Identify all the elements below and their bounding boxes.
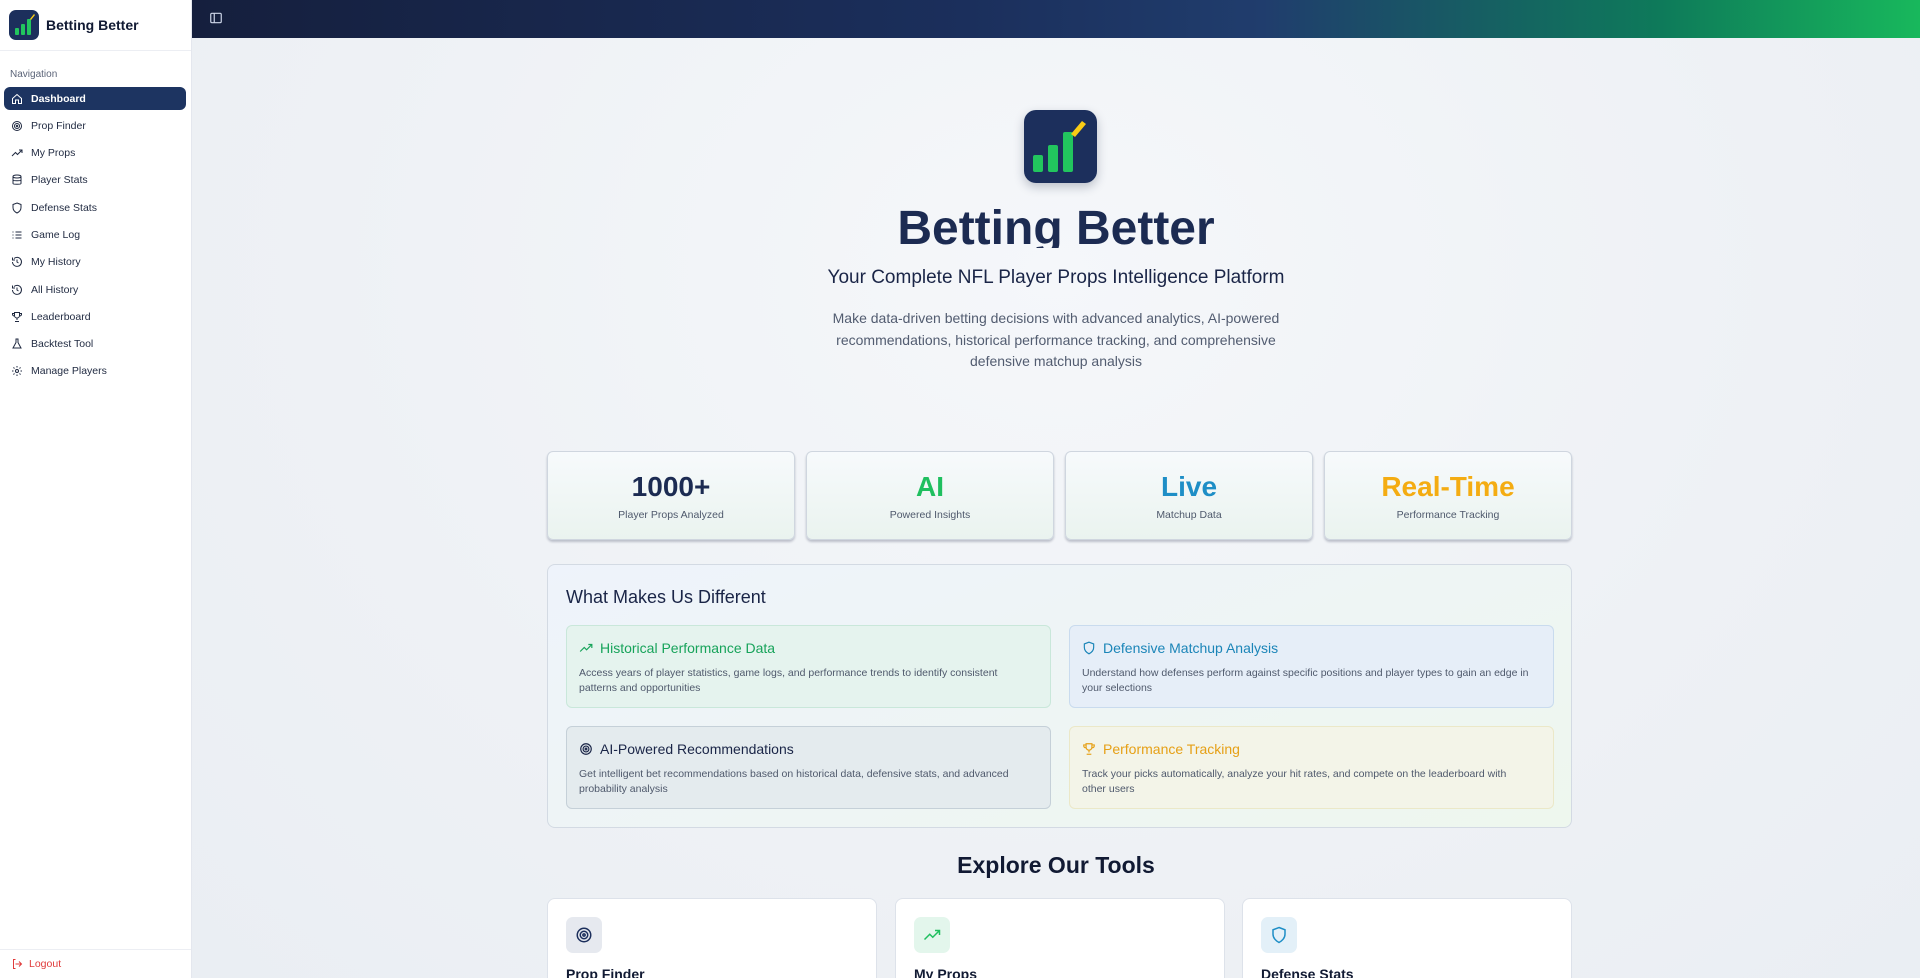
tool-name: My Props: [914, 966, 978, 978]
sidebar-item-label: All History: [31, 283, 79, 296]
hero-subtitle: Your Complete NFL Player Props Intellige…: [827, 267, 1285, 288]
sidebar-item-defense-stats[interactable]: Defense Stats: [4, 196, 186, 219]
main-content: Betting Better Your Complete NFL Player …: [192, 38, 1920, 978]
feature-title: Defensive Matchup Analysis: [1103, 640, 1279, 656]
tool-card-defense-stats[interactable]: Defense Stats: [1242, 898, 1572, 978]
trending-up-icon: [579, 643, 593, 652]
tool-name: Defense Stats: [1261, 966, 1354, 978]
target-icon: [576, 927, 592, 943]
sidebar: Betting Better Navigation Dashboard Prop…: [0, 0, 192, 978]
target-icon: [580, 743, 592, 755]
logout-label: Logout: [29, 958, 62, 970]
sidebar-item-game-log[interactable]: Game Log: [4, 223, 186, 246]
feature-title: AI-Powered Recommendations: [600, 741, 794, 757]
feature-title: Performance Tracking: [1103, 741, 1240, 757]
list-icon: [12, 231, 22, 239]
tool-icon-wrap: [1261, 917, 1297, 953]
feature-description: Get intelligent bet recommendations base…: [579, 768, 1009, 795]
stat-label: Powered Insights: [889, 509, 971, 521]
sidebar-item-label: Defense Stats: [31, 201, 97, 214]
stat-card-realtime: Real-Time Performance Tracking: [1324, 451, 1572, 540]
hero-title: Betting Better: [897, 202, 1215, 248]
feature-card-defensive: Defensive Matchup Analysis Understand ho…: [1069, 625, 1554, 708]
feature-description: Access years of player statistics, game …: [579, 667, 998, 694]
sidebar-item-label: Prop Finder: [31, 119, 86, 132]
sidebar-item-backtest-tool[interactable]: Backtest Tool: [4, 333, 186, 356]
trophy-icon: [1083, 743, 1095, 755]
stat-card-ai: AI Powered Insights: [806, 451, 1054, 540]
gear-icon: [12, 366, 22, 377]
feature-description: Understand how defenses perform against …: [1082, 667, 1529, 694]
stat-value: Live: [1160, 471, 1218, 502]
history-icon: [12, 284, 22, 295]
nav-section-label: Navigation: [10, 69, 58, 80]
sidebar-item-label: My Props: [31, 147, 76, 160]
brand[interactable]: Betting Better: [0, 0, 191, 51]
hero-description: Make data-driven betting decisions with …: [832, 310, 1280, 369]
shield-icon: [1272, 926, 1286, 944]
stat-value: Real-Time: [1381, 471, 1515, 502]
sidebar-item-label: Leaderboard: [31, 310, 91, 323]
sidebar-item-manage-players[interactable]: Manage Players: [4, 360, 186, 383]
stat-value: AI: [916, 471, 944, 502]
sidebar-item-label: My History: [31, 256, 81, 269]
tool-name: Prop Finder: [566, 966, 645, 978]
section-title: What Makes Us Different: [566, 587, 766, 607]
flask-icon: [12, 338, 22, 349]
what-makes-us-different: What Makes Us Different Historical Perfo…: [547, 564, 1572, 828]
tool-card-my-props[interactable]: My Props: [895, 898, 1225, 978]
top-bar: [192, 0, 1920, 38]
stat-label: Player Props Analyzed: [618, 509, 724, 521]
sidebar-item-label: Player Stats: [31, 174, 88, 187]
logout-icon: [13, 959, 23, 969]
shield-icon: [1083, 641, 1095, 655]
sidebar-item-label: Manage Players: [31, 365, 107, 378]
sidebar-item-prop-finder[interactable]: Prop Finder: [4, 114, 186, 137]
database-icon: [12, 174, 22, 186]
sidebar-item-label: Backtest Tool: [31, 338, 94, 351]
stats-row: 1000+ Player Props Analyzed AI Powered I…: [547, 451, 1572, 541]
history-icon: [12, 257, 22, 268]
feature-card-historical: Historical Performance Data Access years…: [566, 625, 1051, 708]
logout-button[interactable]: Logout: [0, 949, 191, 978]
feature-title: Historical Performance Data: [600, 640, 776, 656]
stat-card-live: Live Matchup Data: [1065, 451, 1313, 540]
sidebar-toggle-icon[interactable]: [209, 11, 223, 25]
sidebar-item-label: Dashboard: [31, 92, 86, 105]
target-icon: [12, 120, 22, 131]
feature-card-ai: AI-Powered Recommendations Get intellige…: [566, 726, 1051, 809]
feature-description: Track your picks automatically, analyze …: [1082, 768, 1507, 795]
tools-title: Explore Our Tools: [957, 852, 1155, 878]
sidebar-item-player-stats[interactable]: Player Stats: [4, 169, 186, 192]
sidebar-item-my-history[interactable]: My History: [4, 251, 186, 274]
app-name: Betting Better: [46, 17, 139, 33]
home-icon: [12, 93, 22, 104]
stat-label: Performance Tracking: [1396, 509, 1500, 521]
tool-icon-wrap: [914, 917, 950, 953]
stat-card-props: 1000+ Player Props Analyzed: [547, 451, 795, 540]
sidebar-item-dashboard[interactable]: Dashboard: [4, 87, 186, 110]
sidebar-item-all-history[interactable]: All History: [4, 278, 186, 301]
hero-logo: [1024, 110, 1097, 183]
tool-icon-wrap: [566, 917, 602, 953]
shield-icon: [12, 202, 22, 214]
trophy-icon: [12, 311, 22, 322]
sidebar-item-my-props[interactable]: My Props: [4, 142, 186, 165]
sidebar-item-leaderboard[interactable]: Leaderboard: [4, 305, 186, 328]
feature-card-tracking: Performance Tracking Track your picks au…: [1069, 726, 1554, 809]
stat-value: 1000+: [631, 471, 711, 502]
sidebar-item-label: Game Log: [31, 228, 81, 241]
stat-label: Matchup Data: [1156, 509, 1222, 521]
sidebar-nav: Dashboard Prop Finder My Props Player St…: [0, 87, 191, 383]
tool-card-prop-finder[interactable]: Prop Finder: [547, 898, 877, 978]
app-logo: [9, 10, 39, 40]
trending-up-icon: [923, 929, 941, 941]
trending-up-icon: [11, 149, 23, 157]
